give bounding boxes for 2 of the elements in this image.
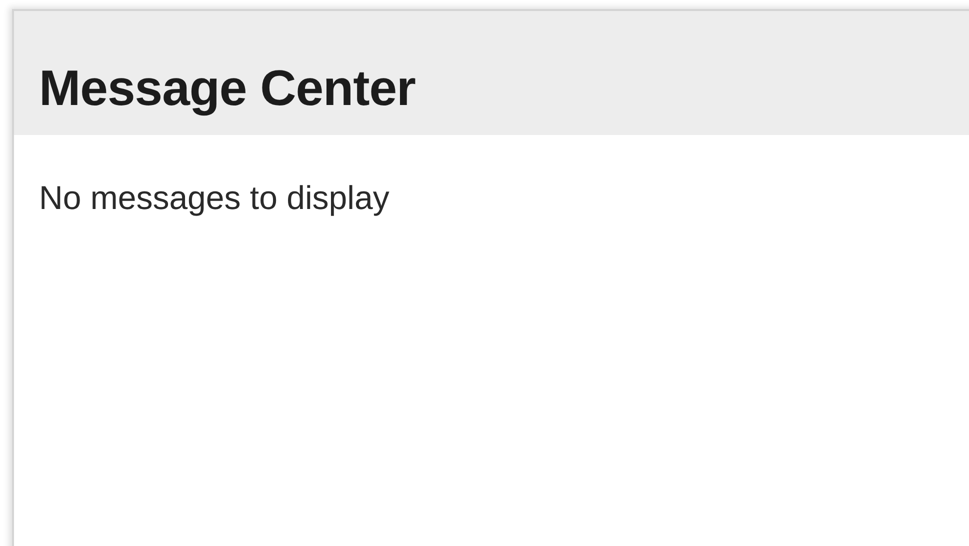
panel-title: Message Center: [39, 58, 416, 118]
empty-message: No messages to display: [39, 179, 390, 216]
